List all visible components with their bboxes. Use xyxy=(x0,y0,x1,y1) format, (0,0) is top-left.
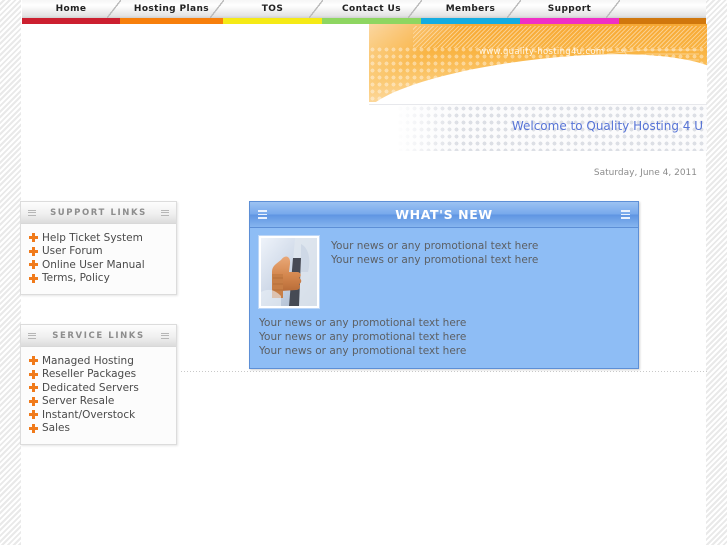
sidebar-link-help-ticket-system[interactable]: Help Ticket System xyxy=(29,231,168,245)
whats-new-title: WHAT'S NEW xyxy=(395,206,493,222)
panel-body: Help Ticket System User Forum Online User … xyxy=(21,224,176,294)
panel-body: Managed Hosting Reseller Packages Dedicate… xyxy=(21,347,176,444)
current-date-text: Saturday, June 4, 2011 xyxy=(593,168,697,178)
sidebar-link-reseller-packages[interactable]: Reseller Packages xyxy=(29,368,168,382)
sidebar-link-label: Server Resale xyxy=(42,395,115,408)
plus-bullet-icon xyxy=(29,260,38,270)
sidebar-link-sales[interactable]: Sales xyxy=(29,422,168,436)
nav-color-segment xyxy=(223,18,322,24)
nav-color-segment xyxy=(120,18,223,24)
nav-separator xyxy=(107,0,121,18)
current-date: Saturday, June 4, 2011 xyxy=(369,160,707,179)
nav-item-label: Contact Us xyxy=(341,4,401,14)
sidebar-link-label: User Forum xyxy=(42,245,103,258)
nav-separator xyxy=(408,0,422,18)
welcome-title: Welcome to Quality Hosting 4 U xyxy=(511,119,703,133)
nav-item-hosting-plans[interactable]: Hosting Plans xyxy=(120,0,224,18)
sidebar-link-label: Reseller Packages xyxy=(42,368,137,381)
panel-title: SERVICE LINKS xyxy=(52,330,145,341)
menu-lines-right-icon[interactable] xyxy=(161,331,169,340)
sidebar-panel-service-links: SERVICE LINKS Managed Hosting Reseller Pac… xyxy=(20,324,177,445)
menu-lines-left-icon[interactable] xyxy=(28,208,36,217)
welcome-strip: Welcome to Quality Hosting 4 U xyxy=(369,104,707,151)
nav-separator xyxy=(507,0,521,18)
plus-bullet-icon xyxy=(29,233,38,243)
sidebar-link-label: Online User Manual xyxy=(42,258,145,271)
plus-bullet-icon xyxy=(29,410,38,420)
whats-new-line: Your news or any promotional text here xyxy=(331,240,539,252)
sidebar-link-label: Dedicated Servers xyxy=(42,381,139,394)
menu-lines-right-icon[interactable] xyxy=(161,208,169,217)
sidebar-panel-support-links: SUPPORT LINKS Help Ticket System User Foru… xyxy=(20,201,177,295)
sidebar-link-managed-hosting[interactable]: Managed Hosting xyxy=(29,354,168,368)
sidebar-link-server-resale[interactable]: Server Resale xyxy=(29,395,168,409)
nav-item-spacer xyxy=(619,0,706,18)
sidebar-link-label: Help Ticket System xyxy=(42,231,143,244)
menu-lines-left-icon[interactable] xyxy=(28,331,36,340)
plus-bullet-icon xyxy=(29,423,38,433)
nav-item-contact-us[interactable]: Contact Us xyxy=(322,0,422,18)
plus-bullet-icon xyxy=(29,383,38,393)
whats-new-top-block: Your news or any promotional text here Yo… xyxy=(259,236,629,308)
nav-separator xyxy=(210,0,224,18)
panel-header: SUPPORT LINKS xyxy=(21,202,176,224)
page-root: Home Hosting Plans TOS Contact Us Members Sup… xyxy=(0,0,727,545)
sidebar-link-label: Instant/Overstock xyxy=(42,408,136,421)
whats-new-bottom-lines: Your news or any promotional text here Yo… xyxy=(259,308,629,358)
whats-new-panel: WHAT'S NEW Your news or any promotional … xyxy=(249,201,639,369)
nav-item-label: Members xyxy=(445,4,496,14)
panel-title: SUPPORT LINKS xyxy=(50,207,147,218)
sidebar-link-dedicated-servers[interactable]: Dedicated Servers xyxy=(29,381,168,395)
panel-header: SERVICE LINKS xyxy=(21,325,176,347)
nav-item-list: Home Hosting Plans TOS Contact Us Members Sup… xyxy=(22,0,706,18)
whats-new-line: Your news or any promotional text here xyxy=(259,345,467,357)
plus-bullet-icon xyxy=(29,273,38,283)
sidebar-link-user-forum[interactable]: User Forum xyxy=(29,245,168,259)
whats-new-line: Your news or any promotional text here xyxy=(259,317,467,329)
sidebar-link-online-user-manual[interactable]: Online User Manual xyxy=(29,258,168,272)
plus-bullet-icon xyxy=(29,356,38,366)
thumbs-up-photo-icon xyxy=(261,238,317,306)
site-banner: www.quality-hosting4u.com ← ← ↑ ↑ xyxy=(369,24,707,102)
whats-new-header: WHAT'S NEW xyxy=(250,202,638,228)
menu-lines-left-icon[interactable] xyxy=(258,208,267,221)
nav-item-members[interactable]: Members xyxy=(421,0,521,18)
plus-bullet-icon xyxy=(29,369,38,379)
nav-item-label: TOS xyxy=(261,4,284,14)
content-divider xyxy=(181,371,707,372)
whats-new-top-lines: Your news or any promotional text here Yo… xyxy=(319,236,538,308)
menu-lines-right-icon[interactable] xyxy=(621,208,630,221)
main-navigation: Home Hosting Plans TOS Contact Us Members Sup… xyxy=(0,0,727,24)
nav-separator xyxy=(606,0,620,18)
sidebar-link-terms-policy[interactable]: Terms, Policy xyxy=(29,272,168,286)
nav-separator xyxy=(309,0,323,18)
sidebar-link-instant-overstock[interactable]: Instant/Overstock xyxy=(29,408,168,422)
nav-item-label: Home xyxy=(55,4,87,14)
whats-new-line: Your news or any promotional text here xyxy=(331,254,539,266)
nav-item-label: Support xyxy=(547,4,592,14)
whats-new-line: Your news or any promotional text here xyxy=(259,331,467,343)
nav-item-label: Hosting Plans xyxy=(133,4,210,14)
thumbs-up-thumbnail[interactable] xyxy=(259,236,319,308)
sidebar-link-label: Sales xyxy=(42,422,70,435)
nav-item-support[interactable]: Support xyxy=(520,0,620,18)
whats-new-body: Your news or any promotional text here Yo… xyxy=(250,228,638,368)
nav-color-segment xyxy=(22,18,120,24)
nav-item-home[interactable]: Home xyxy=(22,0,121,18)
nav-item-tos[interactable]: TOS xyxy=(223,0,323,18)
plus-bullet-icon xyxy=(29,246,38,256)
plus-bullet-icon xyxy=(29,396,38,406)
sidebar-link-label: Terms, Policy xyxy=(42,272,110,285)
welcome-fade-overlay xyxy=(369,105,459,151)
sidebar-link-label: Managed Hosting xyxy=(42,354,134,367)
